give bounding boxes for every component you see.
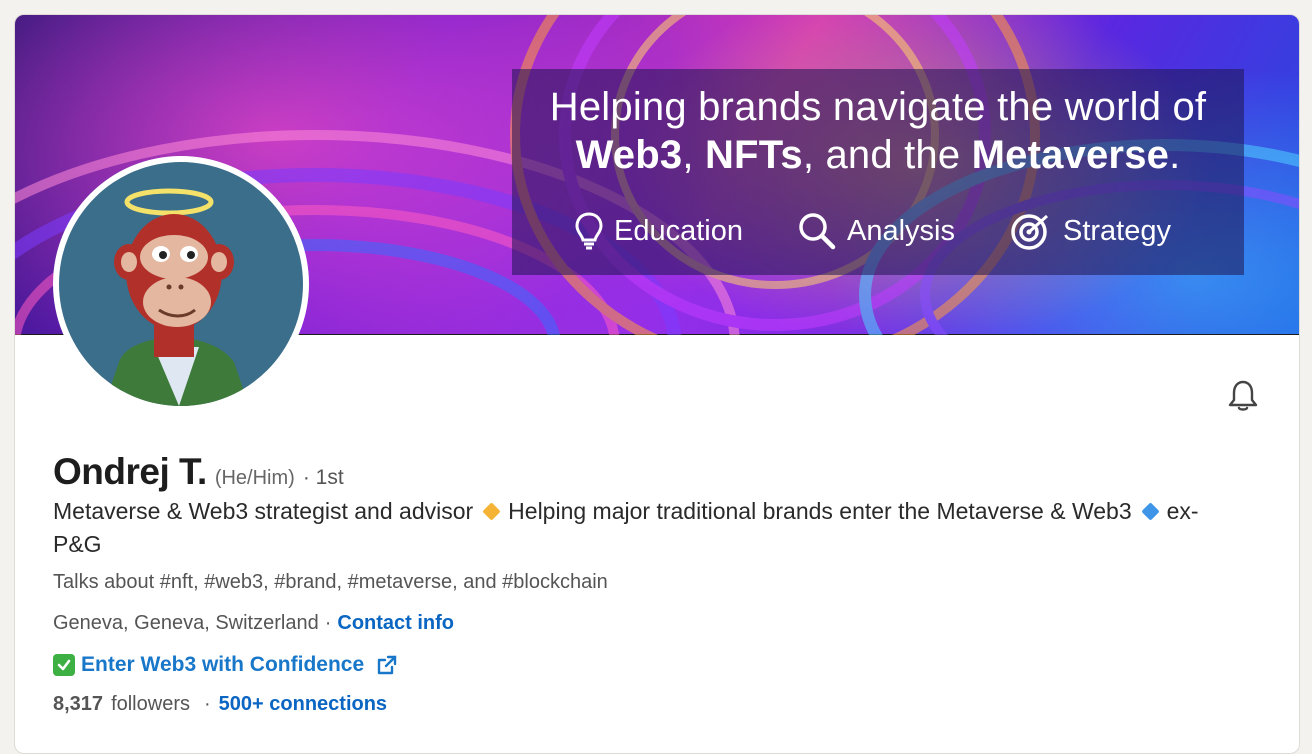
magnifier-icon xyxy=(799,213,836,250)
pillar-label: Strategy xyxy=(1063,214,1171,247)
banner-text-box: Helping brands navigate the world of Web… xyxy=(512,69,1244,275)
pillar-label: Analysis xyxy=(847,214,955,247)
notification-bell-button[interactable] xyxy=(1223,375,1263,415)
separator: · xyxy=(324,612,332,634)
orange-diamond-icon xyxy=(482,502,501,521)
profile-name: Ondrej T. xyxy=(53,451,207,492)
avatar-image xyxy=(59,162,303,406)
headline-text: Metaverse & Web3 strategist and advisor xyxy=(53,498,474,524)
pillar-strategy: Strategy xyxy=(1009,209,1171,253)
lightbulb-icon xyxy=(575,212,603,250)
website-row: Enter Web3 with Confidence xyxy=(53,653,398,677)
ape-avatar-illustration xyxy=(104,188,249,406)
banner-pillars: Education Analysis Strategy xyxy=(512,209,1244,253)
location: Geneva, Geneva, Switzerland xyxy=(53,612,319,634)
pillar-label: Education xyxy=(614,214,743,247)
website-link[interactable]: Enter Web3 with Confidence xyxy=(81,653,364,677)
bell-icon xyxy=(1228,380,1258,411)
external-link-icon[interactable] xyxy=(376,654,398,676)
connections-link[interactable]: 500+ connections xyxy=(219,693,387,716)
name-row: Ondrej T. (He/Him) · 1st xyxy=(53,451,344,493)
target-icon xyxy=(1011,214,1048,250)
check-mark-icon xyxy=(53,654,75,676)
blue-diamond-icon xyxy=(1140,502,1160,521)
talks-about: Talks about #nft, #web3, #brand, #metave… xyxy=(53,571,608,593)
pillar-analysis: Analysis xyxy=(797,209,955,253)
followers-count: 8,317 xyxy=(53,693,104,715)
banner-headline-line2: Web3, NFTs, and the Metaverse. xyxy=(575,133,1181,177)
pronouns: (He/Him) xyxy=(214,467,295,489)
avatar[interactable] xyxy=(53,156,309,412)
contact-info-link[interactable]: Contact info xyxy=(337,612,454,635)
banner-headline-line1: Helping brands navigate the world of xyxy=(549,85,1207,129)
location-row: Geneva, Geneva, Switzerland · Contact in… xyxy=(53,612,454,635)
headline-text: Helping major traditional brands enter t… xyxy=(508,498,1132,524)
connection-degree: · 1st xyxy=(302,466,344,489)
separator: · xyxy=(203,693,211,715)
followers-label: followers xyxy=(111,693,190,715)
profile-headline: Metaverse & Web3 strategist and advisor H… xyxy=(53,495,1223,561)
pillar-education: Education xyxy=(574,209,743,253)
followers-row: 8,317 followers · 500+ connections xyxy=(53,693,387,716)
profile-card: Helping brands navigate the world of Web… xyxy=(14,14,1300,754)
